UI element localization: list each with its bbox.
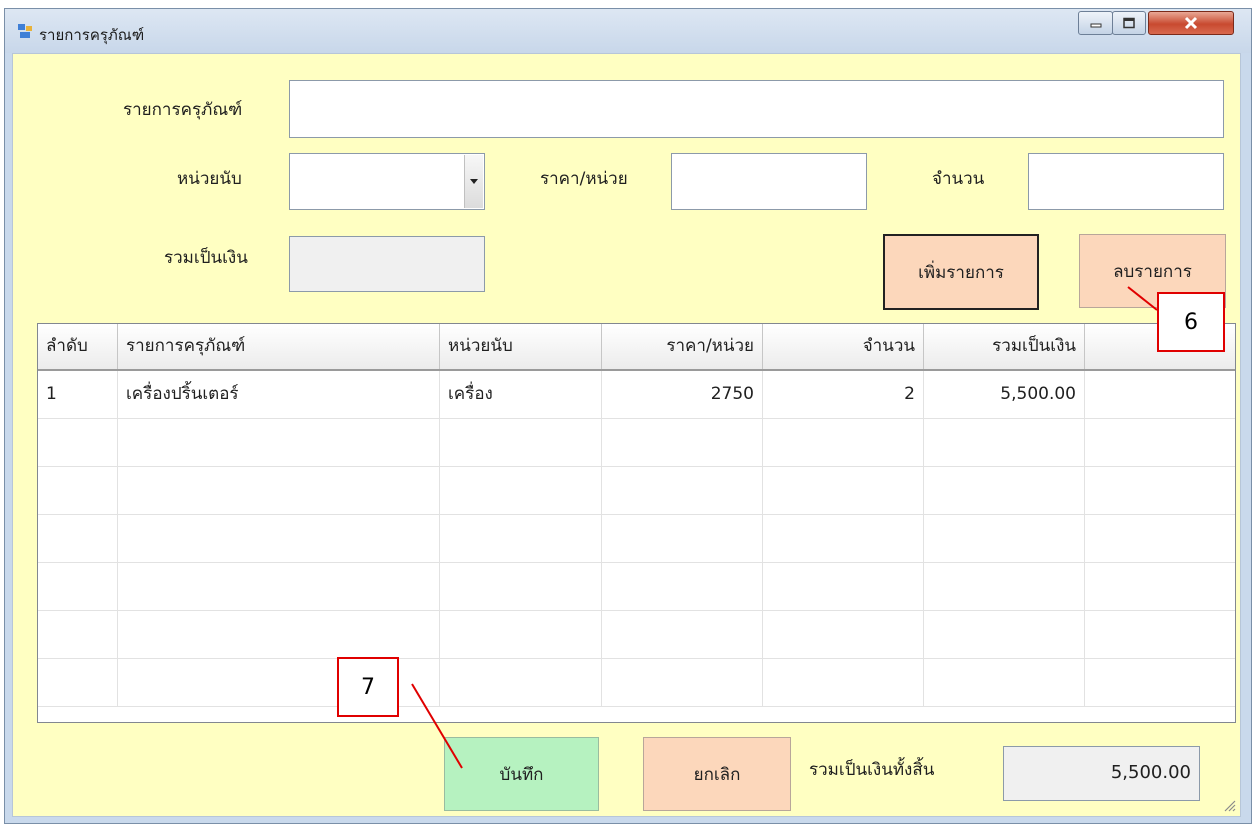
save-button[interactable]: บันทึก <box>444 737 599 811</box>
callout-6: 6 <box>1157 292 1225 352</box>
cell-quantity[interactable] <box>763 419 924 466</box>
price-input[interactable] <box>671 153 867 210</box>
cell-total[interactable] <box>924 419 1085 466</box>
cell-price[interactable] <box>602 419 763 466</box>
column-header-quantity[interactable]: จำนวน <box>763 324 924 369</box>
cancel-button[interactable]: ยกเลิก <box>643 737 791 811</box>
cell-total[interactable] <box>924 563 1085 610</box>
title-bar[interactable]: รายการครุภัณฑ์ <box>5 9 1251 53</box>
column-header-item[interactable]: รายการครุภัณฑ์ <box>118 324 440 369</box>
cell-quantity[interactable] <box>763 515 924 562</box>
cell-index[interactable] <box>38 563 118 610</box>
column-header-index[interactable]: ลำดับ <box>38 324 118 369</box>
quantity-input[interactable] <box>1028 153 1224 210</box>
cell-extra[interactable] <box>1085 659 1235 706</box>
items-table[interactable]: ลำดับ รายการครุภัณฑ์ หน่วยนับ ราคา/หน่วย… <box>37 323 1236 723</box>
cell-index[interactable] <box>38 659 118 706</box>
cell-price[interactable] <box>602 611 763 658</box>
close-button[interactable] <box>1148 11 1234 35</box>
item-name-input[interactable] <box>289 80 1224 138</box>
cell-quantity[interactable] <box>763 659 924 706</box>
cell-total[interactable] <box>924 659 1085 706</box>
cell-extra[interactable] <box>1085 419 1235 466</box>
cell-item[interactable] <box>118 563 440 610</box>
cell-item[interactable] <box>118 515 440 562</box>
unit-label: หน่วยนับ <box>177 169 242 189</box>
chevron-down-icon <box>470 179 478 184</box>
cell-extra[interactable] <box>1085 563 1235 610</box>
cell-quantity[interactable] <box>763 563 924 610</box>
item-label: รายการครุภัณฑ์ <box>123 100 243 120</box>
column-header-price[interactable]: ราคา/หน่วย <box>602 324 763 369</box>
cell-price[interactable]: 2750 <box>602 371 763 418</box>
grand-total-label: รวมเป็นเงินทั้งสิ้น <box>809 760 935 780</box>
minimize-button[interactable] <box>1078 11 1113 35</box>
maximize-button[interactable] <box>1112 11 1146 35</box>
cell-price[interactable] <box>602 467 763 514</box>
resize-grip-icon[interactable] <box>1222 798 1236 812</box>
table-row[interactable] <box>38 563 1235 611</box>
cell-item[interactable] <box>118 611 440 658</box>
table-row[interactable] <box>38 419 1235 467</box>
table-row[interactable] <box>38 467 1235 515</box>
maximize-icon <box>1123 17 1135 29</box>
cell-unit[interactable] <box>440 659 602 706</box>
grand-total-field: 5,500.00 <box>1003 746 1200 801</box>
cell-total[interactable]: 5,500.00 <box>924 371 1085 418</box>
cell-unit[interactable] <box>440 467 602 514</box>
table-row[interactable] <box>38 611 1235 659</box>
cell-quantity[interactable] <box>763 467 924 514</box>
callout-7: 7 <box>337 657 399 717</box>
cell-unit[interactable] <box>440 515 602 562</box>
cell-price[interactable] <box>602 659 763 706</box>
cell-index[interactable] <box>38 467 118 514</box>
column-header-total[interactable]: รวมเป็นเงิน <box>924 324 1085 369</box>
cell-item[interactable]: เครื่องปริ้นเตอร์ <box>118 371 440 418</box>
cell-quantity[interactable]: 2 <box>763 371 924 418</box>
price-label: ราคา/หน่วย <box>540 169 628 189</box>
cell-item[interactable] <box>118 419 440 466</box>
table-row[interactable] <box>38 659 1235 707</box>
cell-price[interactable] <box>602 563 763 610</box>
cell-extra[interactable] <box>1085 515 1235 562</box>
cell-unit[interactable] <box>440 563 602 610</box>
window-title: รายการครุภัณฑ์ <box>39 26 145 44</box>
form-body: รายการครุภัณฑ์ หน่วยนับ ราคา/หน่วย จำนวน… <box>12 53 1241 817</box>
unit-combobox[interactable] <box>289 153 485 210</box>
table-header: ลำดับ รายการครุภัณฑ์ หน่วยนับ ราคา/หน่วย… <box>38 324 1235 371</box>
form-app-icon <box>18 24 32 38</box>
cell-quantity[interactable] <box>763 611 924 658</box>
unit-dropdown-button[interactable] <box>464 155 483 208</box>
quantity-label: จำนวน <box>932 169 985 189</box>
cell-index[interactable] <box>38 611 118 658</box>
window: รายการครุภัณฑ์ รายการครุภัณฑ์ หน่วยนับ ร… <box>4 8 1252 824</box>
cell-index[interactable] <box>38 419 118 466</box>
cell-index[interactable] <box>38 515 118 562</box>
cell-price[interactable] <box>602 515 763 562</box>
cell-unit[interactable] <box>440 611 602 658</box>
subtotal-label: รวมเป็นเงิน <box>164 248 248 268</box>
cell-total[interactable] <box>924 611 1085 658</box>
cell-unit[interactable]: เครื่อง <box>440 371 602 418</box>
cell-index[interactable]: 1 <box>38 371 118 418</box>
cell-extra[interactable] <box>1085 611 1235 658</box>
cell-item[interactable] <box>118 467 440 514</box>
cell-extra[interactable] <box>1085 467 1235 514</box>
subtotal-field <box>289 236 485 292</box>
column-header-unit[interactable]: หน่วยนับ <box>440 324 602 369</box>
close-icon <box>1184 16 1198 30</box>
table-row[interactable] <box>38 515 1235 563</box>
cell-total[interactable] <box>924 467 1085 514</box>
table-row[interactable]: 1 เครื่องปริ้นเตอร์ เครื่อง 2750 2 5,500.00 <box>38 371 1235 419</box>
cell-unit[interactable] <box>440 419 602 466</box>
cell-extra[interactable] <box>1085 371 1235 418</box>
cell-total[interactable] <box>924 515 1085 562</box>
add-item-button[interactable]: เพิ่มรายการ <box>883 234 1039 310</box>
minimize-icon <box>1090 23 1101 28</box>
